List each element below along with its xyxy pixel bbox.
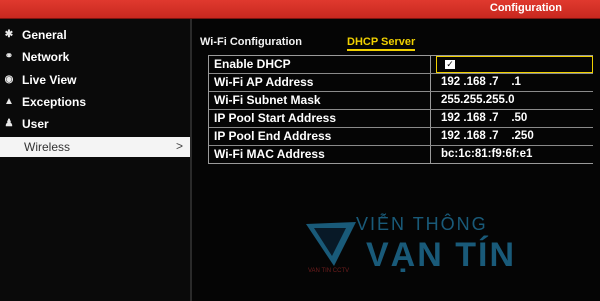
tab-wifi-configuration[interactable]: Wi-Fi Configuration bbox=[200, 36, 302, 48]
ip-pool-end-label: IP Pool End Address bbox=[209, 128, 431, 145]
ip-pool-end-field[interactable]: 192 .168 .7 .250 bbox=[441, 128, 534, 145]
enable-dhcp-field[interactable]: ✓ bbox=[436, 56, 593, 73]
enable-dhcp-label: Enable DHCP bbox=[209, 56, 431, 73]
window-title: Configuration bbox=[489, 2, 562, 14]
wifi-mac-address-label: Wi-Fi MAC Address bbox=[209, 146, 431, 163]
sidebar-divider bbox=[190, 19, 192, 301]
sidebar-item-user[interactable]: ♟ User bbox=[0, 115, 190, 135]
gear-icon: ✱ bbox=[4, 29, 14, 40]
warning-icon: ▲ bbox=[4, 96, 14, 107]
sidebar-item-label: User bbox=[22, 117, 49, 131]
sidebar: ✱ General ⚭ Network ◉ Live View ▲ Except… bbox=[0, 19, 190, 301]
sidebar-item-label: Live View bbox=[22, 73, 77, 87]
sidebar-item-label: Exceptions bbox=[22, 95, 87, 109]
wifi-subnet-mask-label: Wi-Fi Subnet Mask bbox=[209, 92, 431, 109]
wifi-subnet-mask-row: Wi-Fi Subnet Mask 255.255.255.0 bbox=[209, 92, 593, 110]
tab-dhcp-server[interactable]: DHCP Server bbox=[347, 36, 416, 51]
watermark-small-text: VAN TIN CCTV bbox=[308, 268, 350, 274]
watermark-line2: VẠN TÍN bbox=[366, 236, 516, 274]
watermark-line1: VIỄN THÔNG bbox=[356, 214, 488, 234]
sidebar-item-live-view[interactable]: ◉ Live View bbox=[0, 71, 190, 91]
sidebar-item-label: Wireless bbox=[24, 140, 71, 154]
wifi-mac-address-value: bc:1c:81:f9:6f:e1 bbox=[441, 148, 533, 160]
ip-pool-start-row: IP Pool Start Address 192 .168 .7 .50 bbox=[209, 110, 593, 128]
watermark-emblem-icon bbox=[306, 222, 356, 266]
dhcp-settings-form: Enable DHCP ✓ Wi-Fi AP Address 192 .168 … bbox=[208, 55, 593, 164]
user-icon: ♟ bbox=[4, 118, 14, 129]
enable-dhcp-checkbox[interactable]: ✓ bbox=[445, 60, 455, 69]
wifi-ap-address-field[interactable]: 192 .168 .7 .1 bbox=[441, 74, 521, 91]
sidebar-item-label: General bbox=[22, 28, 67, 42]
wifi-ap-address-label: Wi-Fi AP Address bbox=[209, 74, 431, 91]
sidebar-item-exceptions[interactable]: ▲ Exceptions bbox=[0, 93, 190, 113]
sidebar-item-network[interactable]: ⚭ Network bbox=[0, 48, 190, 68]
chevron-right-icon: > bbox=[175, 139, 183, 153]
watermark-logo: VIỄN THÔNG VẠN TÍN VAN TIN CCTV bbox=[300, 214, 514, 284]
wifi-subnet-mask-field[interactable]: 255.255.255.0 bbox=[441, 92, 515, 109]
wifi-mac-address-row: Wi-Fi MAC Address bc:1c:81:f9:6f:e1 bbox=[209, 146, 593, 163]
sidebar-item-general[interactable]: ✱ General bbox=[0, 26, 190, 46]
sidebar-item-wireless[interactable]: Wireless > bbox=[0, 137, 190, 157]
title-bar: Configuration bbox=[0, 0, 600, 19]
ip-pool-start-label: IP Pool Start Address bbox=[209, 110, 431, 127]
ip-pool-start-field[interactable]: 192 .168 .7 .50 bbox=[441, 110, 527, 127]
enable-dhcp-row: Enable DHCP ✓ bbox=[209, 56, 593, 74]
eye-icon: ◉ bbox=[4, 74, 14, 85]
network-icon: ⚭ bbox=[4, 51, 14, 62]
ip-pool-end-row: IP Pool End Address 192 .168 .7 .250 bbox=[209, 128, 593, 146]
sidebar-item-label: Network bbox=[22, 50, 70, 64]
wifi-ap-address-row: Wi-Fi AP Address 192 .168 .7 .1 bbox=[209, 74, 593, 92]
